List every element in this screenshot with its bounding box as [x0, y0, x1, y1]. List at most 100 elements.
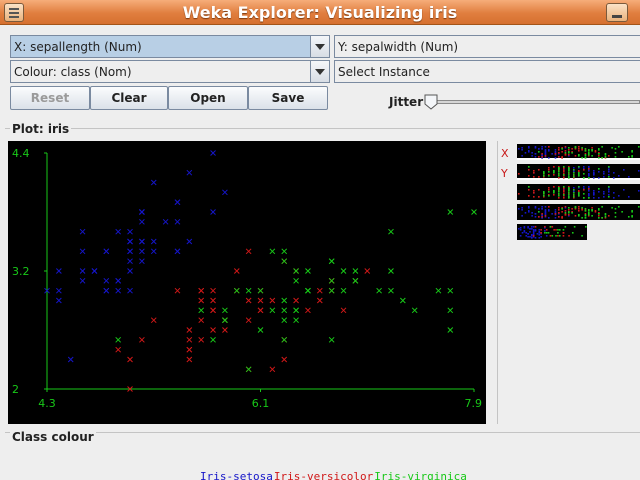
data-point[interactable]: [281, 297, 288, 304]
data-point[interactable]: [210, 150, 216, 156]
clear-button[interactable]: Clear: [90, 86, 168, 110]
data-point[interactable]: [79, 248, 86, 255]
data-point[interactable]: [79, 277, 86, 284]
data-point[interactable]: [411, 307, 418, 314]
data-point[interactable]: [67, 356, 74, 363]
data-point[interactable]: [388, 228, 394, 235]
data-point[interactable]: [281, 248, 288, 255]
colour-select[interactable]: Colour: class (Nom): [10, 60, 330, 83]
data-point[interactable]: [233, 287, 240, 294]
data-point[interactable]: [245, 287, 252, 294]
data-point[interactable]: [340, 307, 347, 314]
data-point[interactable]: [293, 317, 299, 324]
data-point[interactable]: [127, 258, 133, 265]
data-point[interactable]: [162, 218, 169, 225]
data-point[interactable]: [139, 248, 145, 255]
data-point[interactable]: [328, 258, 335, 265]
data-point[interactable]: [127, 268, 133, 274]
data-point[interactable]: [103, 248, 110, 255]
data-point[interactable]: [305, 268, 311, 274]
data-point[interactable]: [245, 297, 252, 304]
data-point[interactable]: [79, 268, 86, 274]
data-point[interactable]: [115, 346, 122, 353]
data-point[interactable]: [186, 169, 193, 176]
open-button[interactable]: Open: [168, 86, 248, 110]
data-point[interactable]: [198, 317, 205, 324]
data-point[interactable]: [115, 277, 122, 284]
data-point[interactable]: [198, 336, 205, 343]
data-point[interactable]: [471, 209, 477, 215]
class-legend-item[interactable]: Iris-versicolor: [274, 470, 373, 480]
data-point[interactable]: [150, 179, 157, 186]
data-point[interactable]: [328, 336, 335, 343]
data-point[interactable]: [293, 268, 299, 274]
data-point[interactable]: [281, 336, 288, 343]
chevron-down-icon[interactable]: [310, 36, 329, 57]
data-point[interactable]: [150, 238, 157, 245]
reset-button[interactable]: Reset: [10, 86, 90, 110]
data-point[interactable]: [186, 336, 193, 343]
data-point[interactable]: [127, 287, 133, 294]
jitter-slider-track[interactable]: [432, 100, 640, 104]
class-legend-item[interactable]: Iris-setosa: [200, 470, 273, 480]
data-point[interactable]: [115, 287, 122, 294]
data-point[interactable]: [328, 277, 335, 284]
chevron-down-icon[interactable]: [310, 61, 329, 82]
data-point[interactable]: [174, 218, 181, 225]
data-point[interactable]: [127, 238, 133, 245]
data-point[interactable]: [340, 268, 347, 274]
y-axis-select[interactable]: Y: sepalwidth (Num): [334, 35, 640, 58]
data-point[interactable]: [139, 209, 145, 215]
data-point[interactable]: [328, 287, 335, 294]
data-point[interactable]: [56, 297, 62, 304]
data-point[interactable]: [293, 277, 299, 284]
data-point[interactable]: [222, 317, 228, 324]
data-point[interactable]: [352, 268, 359, 274]
class-legend-item[interactable]: Iris-virginica: [374, 470, 467, 480]
data-point[interactable]: [127, 248, 133, 255]
data-point[interactable]: [269, 297, 276, 304]
data-point[interactable]: [210, 287, 216, 294]
data-point[interactable]: [222, 307, 228, 314]
data-point[interactable]: [115, 228, 122, 235]
data-point[interactable]: [139, 238, 145, 245]
data-point[interactable]: [447, 327, 454, 333]
data-point[interactable]: [305, 307, 311, 314]
x-axis-select[interactable]: X: sepallength (Num): [10, 35, 330, 58]
data-point[interactable]: [293, 307, 299, 314]
data-point[interactable]: [174, 248, 181, 255]
data-point[interactable]: [257, 287, 264, 294]
data-point[interactable]: [198, 297, 205, 304]
data-point[interactable]: [281, 258, 288, 265]
scatter-plot[interactable]: 4.4 3.2 2 4.3 6.1 7.9: [8, 141, 486, 424]
data-point[interactable]: [245, 317, 252, 324]
data-point[interactable]: [245, 248, 252, 255]
data-point[interactable]: [257, 297, 264, 304]
data-point[interactable]: [245, 366, 252, 373]
data-point[interactable]: [56, 287, 62, 294]
data-point[interactable]: [376, 287, 382, 294]
data-point[interactable]: [79, 228, 86, 235]
data-point[interactable]: [186, 346, 193, 353]
data-point[interactable]: [257, 307, 264, 314]
data-point[interactable]: [139, 336, 145, 343]
data-point[interactable]: [210, 307, 216, 314]
jitter-slider-thumb[interactable]: [424, 94, 438, 110]
data-point[interactable]: [139, 218, 145, 225]
data-point[interactable]: [269, 248, 276, 255]
data-point[interactable]: [103, 287, 110, 294]
data-point[interactable]: [281, 356, 288, 363]
data-point[interactable]: [139, 258, 145, 265]
data-point[interactable]: [150, 248, 157, 255]
data-point[interactable]: [352, 277, 359, 284]
data-point[interactable]: [222, 327, 228, 333]
data-point[interactable]: [269, 307, 276, 314]
data-point[interactable]: [257, 327, 264, 333]
data-point[interactable]: [150, 317, 157, 324]
data-point[interactable]: [186, 327, 193, 333]
data-point[interactable]: [305, 287, 311, 294]
minimize-icon[interactable]: [606, 3, 628, 22]
data-point[interactable]: [127, 228, 133, 235]
data-point[interactable]: [186, 238, 193, 245]
data-point[interactable]: [174, 199, 181, 206]
